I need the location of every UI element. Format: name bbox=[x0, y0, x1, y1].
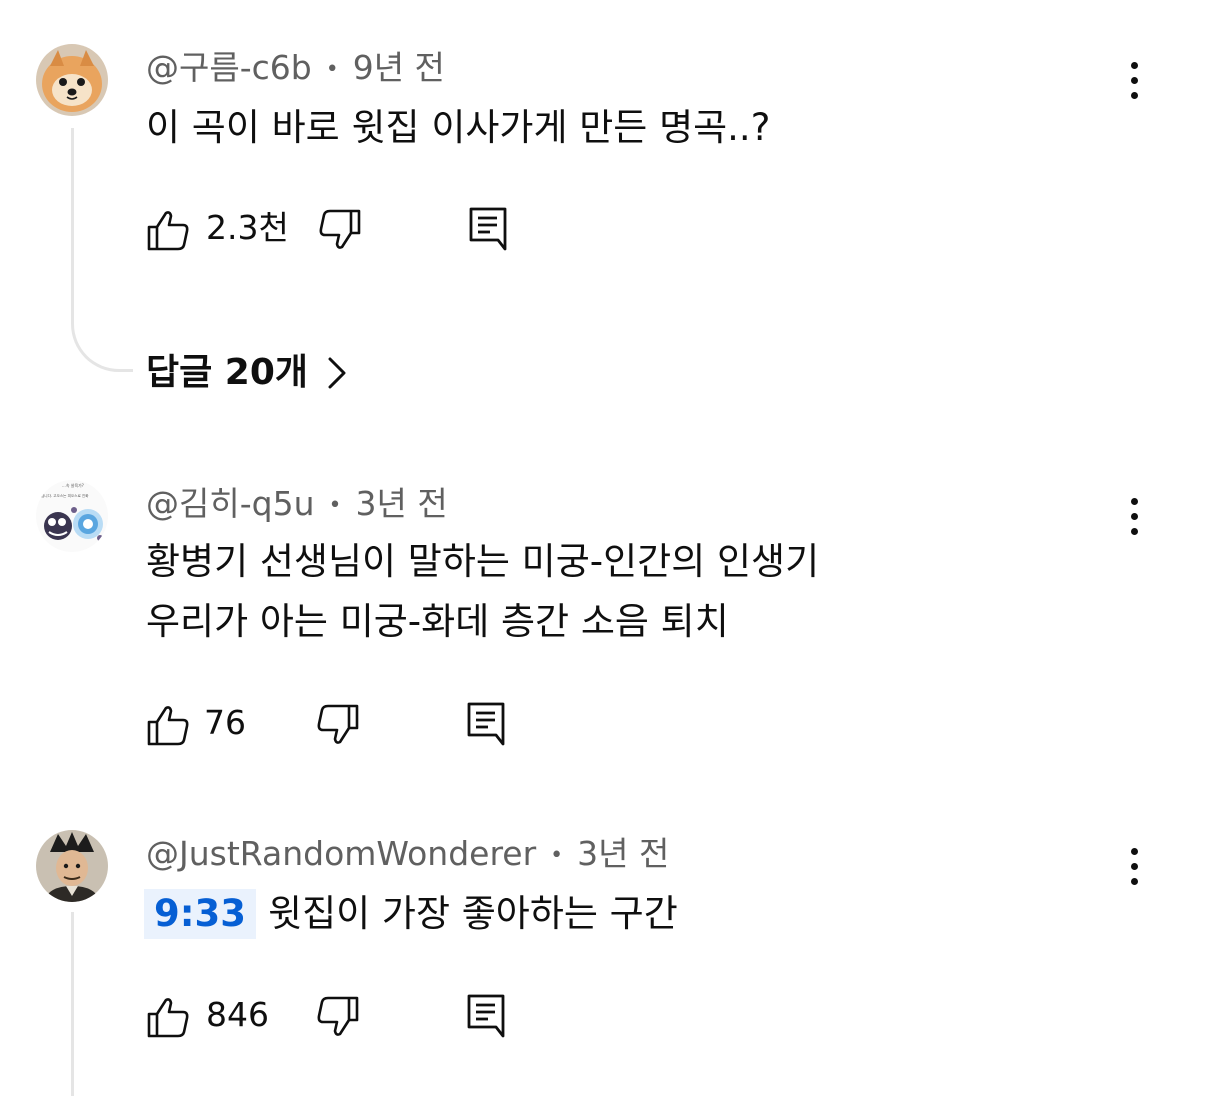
author-handle[interactable]: @구름-c6b bbox=[146, 48, 312, 87]
thumbs-up-icon[interactable] bbox=[146, 995, 190, 1039]
author-handle[interactable]: @JustRandomWonderer bbox=[146, 834, 536, 873]
comment-reply-icon[interactable] bbox=[466, 993, 508, 1039]
pomeranian-dog-avatar bbox=[36, 44, 108, 116]
pokemon-cartoon-avatar: ...속 살육가? 겁니다. 고오스는 피오스로 진화 bbox=[36, 480, 108, 552]
separator-dot: • bbox=[550, 842, 564, 868]
author-handle[interactable]: @김히-q5u bbox=[146, 484, 315, 523]
like-count: 2.3천 bbox=[206, 208, 289, 247]
comment-actions: 76 bbox=[146, 698, 566, 748]
more-vertical-icon[interactable] bbox=[1122, 486, 1146, 546]
comment-meta: @JustRandomWonderer • 3년 전 bbox=[146, 834, 669, 876]
thumbs-down-icon[interactable] bbox=[316, 703, 360, 747]
like-count: 76 bbox=[204, 703, 246, 742]
comment-text: 황병기 선생님이 말하는 미궁-인간의 인생기 우리가 아는 미궁-화데 층간 … bbox=[146, 532, 819, 652]
comment-actions: 846 bbox=[146, 990, 566, 1040]
comment-age[interactable]: 3년 전 bbox=[577, 834, 669, 873]
chevron-right-icon bbox=[328, 357, 346, 389]
comment-text-line: 9:33 윗집이 가장 좋아하는 구간 bbox=[144, 884, 678, 944]
comment-text-line: 우리가 아는 미궁-화데 층간 소음 퇴치 bbox=[146, 600, 729, 643]
comment-text-body: 윗집이 가장 좋아하는 구간 bbox=[268, 892, 678, 935]
thumbs-up-icon[interactable] bbox=[146, 208, 190, 252]
comment-text: 이 곡이 바로 윗집 이사가게 만든 명곡..? bbox=[146, 98, 770, 158]
avatar[interactable]: ...속 살육가? 겁니다. 고오스는 피오스로 진화 bbox=[36, 480, 108, 552]
avatar[interactable] bbox=[36, 44, 108, 116]
thumbs-down-icon[interactable] bbox=[316, 995, 360, 1039]
thumbs-up-icon[interactable] bbox=[146, 703, 190, 747]
avatar[interactable] bbox=[36, 830, 108, 902]
avatar-caption: 겁니다. 고오스는 피오스로 진화 bbox=[41, 493, 89, 498]
more-vertical-icon[interactable] bbox=[1122, 836, 1146, 896]
thread-line bbox=[71, 912, 74, 1096]
thread-line-curve bbox=[71, 300, 133, 372]
avatar-caption: ...속 살육가? bbox=[62, 482, 84, 488]
comment-text-line: 이 곡이 바로 윗집 이사가게 만든 명곡..? bbox=[146, 106, 771, 149]
timestamp-link[interactable]: 9:33 bbox=[144, 889, 257, 939]
like-count: 846 bbox=[206, 995, 269, 1034]
comment-reply-icon[interactable] bbox=[468, 206, 510, 252]
comment-age[interactable]: 3년 전 bbox=[355, 484, 447, 523]
comment-text: 9:33 윗집이 가장 좋아하는 구간 bbox=[144, 884, 678, 944]
comments-panel: @구름-c6b • 9년 전 이 곡이 바로 윗집 이사가게 만든 명곡..? 2.… bbox=[0, 0, 1206, 1096]
thread-line bbox=[71, 128, 74, 320]
comment-reply-icon[interactable] bbox=[466, 701, 508, 747]
thumbs-down-icon[interactable] bbox=[318, 208, 362, 252]
view-replies-button[interactable]: 답글 20개 bbox=[146, 348, 348, 398]
replies-label: 답글 20개 bbox=[146, 352, 308, 393]
separator-dot: • bbox=[325, 56, 339, 82]
traditional-costume-man-avatar bbox=[36, 830, 108, 902]
more-vertical-icon[interactable] bbox=[1122, 50, 1146, 110]
comment-meta: @김히-q5u • 3년 전 bbox=[146, 484, 448, 526]
comment-actions: 2.3천 bbox=[146, 203, 566, 253]
comment-meta: @구름-c6b • 9년 전 bbox=[146, 48, 445, 90]
separator-dot: • bbox=[328, 492, 342, 518]
comment-text-line: 황병기 선생님이 말하는 미궁-인간의 인생기 bbox=[146, 540, 820, 583]
comment-age[interactable]: 9년 전 bbox=[353, 48, 445, 87]
